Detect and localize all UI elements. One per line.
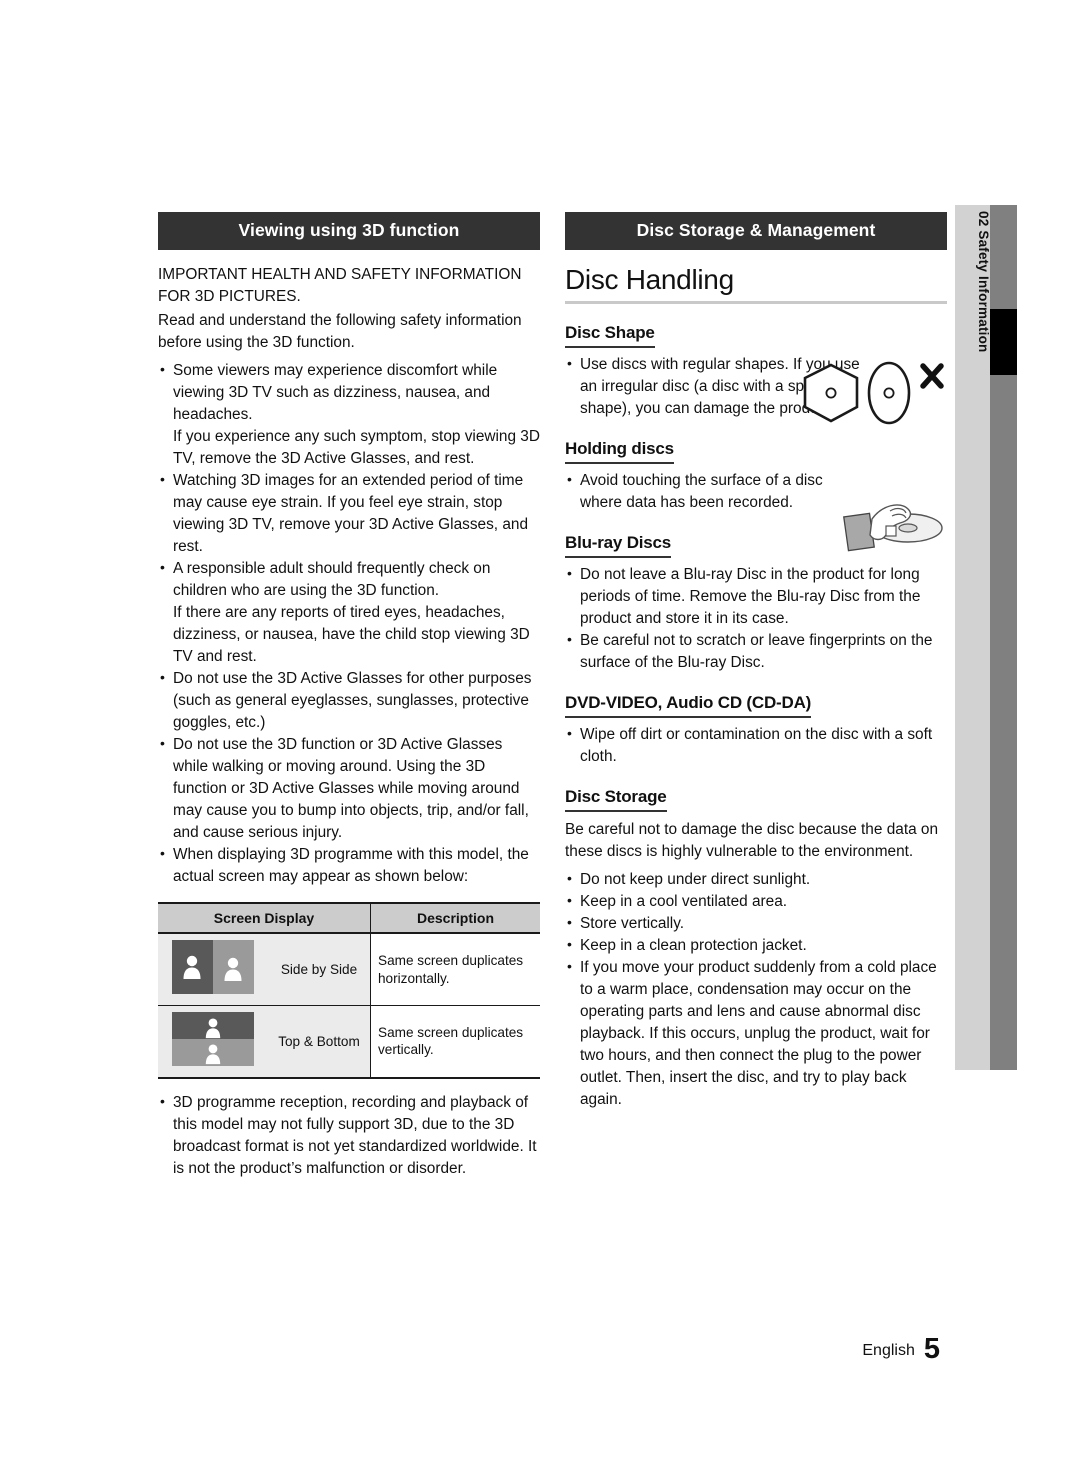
irregular-disc-shapes-figure — [795, 360, 955, 430]
cell-thumbnail-side-by-side — [158, 933, 268, 1007]
right-column: Disc Storage & Management Disc Handling … — [565, 212, 947, 1111]
oval-disc-icon — [867, 361, 911, 425]
heading-disc-storage: Disc Storage — [565, 787, 667, 813]
bullet-main-text: Do not use the 3D function or 3D Active … — [173, 736, 529, 842]
bullet-main-text: When displaying 3D programme with this m… — [173, 846, 529, 886]
bullet-main-text: Wipe off dirt or contamination on the di… — [580, 726, 933, 766]
list-item: 3D programme reception, recording and pl… — [158, 1091, 540, 1180]
footer-page-number: 5 — [923, 1333, 940, 1365]
column-header-description: Description — [370, 902, 540, 935]
bullet-main-text: If you move your product suddenly from a… — [580, 959, 937, 1109]
heading-dvd-video-audio-cd: DVD-VIDEO, Audio CD (CD-DA) — [565, 693, 811, 719]
list-item: Keep in a clean protection jacket. — [565, 934, 947, 957]
bullet-main-text: Some viewers may experience discomfort w… — [173, 362, 498, 424]
list-item: Watching 3D images for an extended perio… — [158, 469, 540, 558]
hand-holding-disc-icon — [843, 504, 943, 552]
intro-paragraph-2: Read and understand the following safety… — [158, 312, 522, 352]
bullet-main-text: Avoid touching the surface of a disc whe… — [580, 472, 823, 512]
page-footer: English 5 — [0, 1333, 940, 1366]
table-header-row: Screen Display Description — [158, 902, 540, 935]
bullet-main-text: Keep in a clean protection jacket. — [580, 937, 807, 955]
section-banner-viewing-3d: Viewing using 3D function — [158, 212, 540, 250]
side-by-side-thumbnail-icon — [172, 940, 254, 995]
bullet-main-text: 3D programme reception, recording and pl… — [173, 1093, 537, 1177]
bullet-main-text: Watching 3D images for an extended perio… — [173, 472, 529, 556]
screen-display-table: Screen Display Description Side by Side … — [158, 902, 540, 1079]
cell-label-top-and-bottom: Top & Bottom — [268, 1005, 371, 1079]
list-item: Avoid touching the surface of a disc whe… — [565, 469, 830, 514]
column-header-screen-display: Screen Display — [158, 902, 371, 935]
list-item: A responsible adult should frequently ch… — [158, 557, 540, 668]
list-item: If you move your product suddenly from a… — [565, 956, 947, 1111]
list-item: Do not keep under direct sunlight. — [565, 868, 947, 891]
cell-description-side-by-side: Same screen duplicates horizontally. — [370, 933, 540, 1007]
list-item: Do not leave a Blu-ray Disc in the produ… — [565, 563, 947, 630]
list-item: Do not use the 3D Active Glasses for oth… — [158, 667, 540, 734]
bullet-main-text: Keep in a cool ventilated area. — [580, 893, 788, 911]
bullet-main-text: Be careful not to scratch or leave finge… — [580, 632, 933, 672]
safety-bullet-list: Some viewers may experience discomfort w… — [158, 359, 540, 888]
bullet-continuation-text: If you experience any such symptom, stop… — [173, 428, 540, 468]
cell-description-top-and-bottom: Same screen duplicates vertically. — [370, 1005, 540, 1079]
cell-label-side-by-side: Side by Side — [268, 933, 371, 1007]
table-row: Top & Bottom Same screen duplicates vert… — [158, 1005, 540, 1079]
post-table-bullet-list: 3D programme reception, recording and pl… — [158, 1091, 540, 1180]
list-item: Store vertically. — [565, 912, 947, 935]
bullet-main-text: Do not use the 3D Active Glasses for oth… — [173, 670, 532, 732]
table-row: Side by Side Same screen duplicates hori… — [158, 933, 540, 1007]
side-tab-safety-information: 02 Safety Information — [955, 205, 991, 1070]
heading-holding-discs: Holding discs — [565, 439, 674, 465]
hexagon-disc-icon — [803, 363, 859, 423]
document-page: 02 Safety Information Viewing using 3D f… — [0, 0, 1080, 1477]
bullet-main-text: A responsible adult should frequently ch… — [173, 560, 491, 600]
list-item: When displaying 3D programme with this m… — [158, 843, 540, 888]
bullet-continuation-text: If there are any reports of tired eyes, … — [173, 604, 530, 666]
heading-disc-shape: Disc Shape — [565, 323, 655, 348]
cell-thumbnail-top-and-bottom — [158, 1005, 268, 1079]
dvd-video-bullet-list: Wipe off dirt or contamination on the di… — [565, 723, 947, 768]
list-item: Be careful not to scratch or leave finge… — [565, 629, 947, 674]
blu-ray-discs-bullet-list: Do not leave a Blu-ray Disc in the produ… — [565, 563, 947, 674]
hand-holding-disc-figure — [842, 493, 952, 555]
left-column: Viewing using 3D function IMPORTANT HEAL… — [158, 212, 540, 1180]
side-tab-label: 02 Safety Information — [976, 211, 991, 353]
top-and-bottom-thumbnail-icon — [172, 1012, 254, 1067]
heading-blu-ray-discs: Blu-ray Discs — [565, 533, 671, 559]
intro-paragraph-1: IMPORTANT HEALTH AND SAFETY INFORMATION … — [158, 266, 522, 306]
list-item: Do not use the 3D function or 3D Active … — [158, 733, 540, 844]
footer-language-label: English — [862, 1342, 915, 1359]
bullet-main-text: Do not keep under direct sunlight. — [580, 871, 811, 889]
disc-storage-intro-paragraph: Be careful not to damage the disc becaus… — [565, 821, 939, 861]
bullet-main-text: Store vertically. — [580, 915, 685, 933]
list-item: Wipe off dirt or contamination on the di… — [565, 723, 947, 768]
list-item: Keep in a cool ventilated area. — [565, 890, 947, 913]
page-title-disc-handling: Disc Handling — [565, 264, 947, 304]
bullet-main-text: Do not leave a Blu-ray Disc in the produ… — [580, 566, 921, 628]
list-item: Some viewers may experience discomfort w… — [158, 359, 540, 470]
side-bar-chapter-marker — [990, 309, 1017, 375]
section-banner-disc-storage: Disc Storage & Management — [565, 212, 947, 250]
x-prohibited-icon — [920, 363, 944, 389]
disc-storage-bullet-list: Do not keep under direct sunlight. Keep … — [565, 868, 947, 1111]
